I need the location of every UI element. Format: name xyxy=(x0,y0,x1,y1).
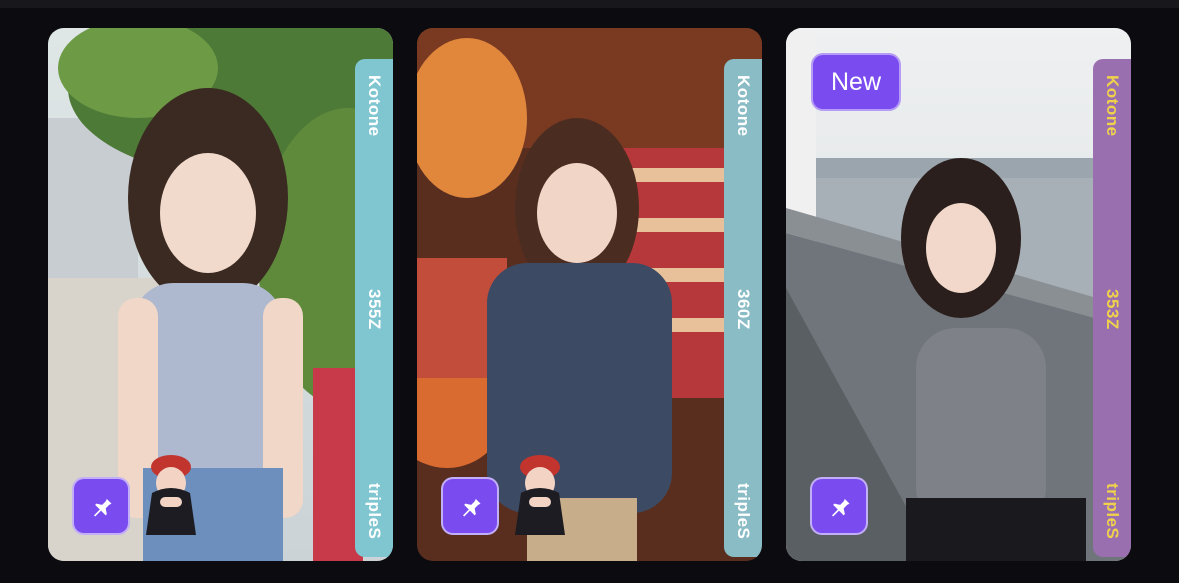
pushpin-icon xyxy=(832,495,850,517)
info-band: Kotone 353Z tripleS xyxy=(1093,59,1131,557)
objekt-card-1[interactable]: Kotone 355Z tripleS xyxy=(48,28,393,561)
serial-number: 355Z xyxy=(365,289,384,330)
pushpin-icon xyxy=(94,495,112,517)
objekt-card-2[interactable]: Kotone 360Z tripleS xyxy=(417,28,762,561)
member-name: Kotone xyxy=(1103,75,1122,137)
member-name: Kotone xyxy=(365,75,384,137)
info-band: Kotone 355Z tripleS xyxy=(355,59,393,557)
pin-button[interactable] xyxy=(72,477,130,535)
group-name: tripleS xyxy=(734,482,753,539)
objekt-card-3[interactable]: Kotone 353Z tripleS New xyxy=(786,28,1131,561)
pushpin-icon xyxy=(463,495,481,517)
member-name: Kotone xyxy=(734,75,753,137)
serial-number: 360Z xyxy=(734,289,753,330)
group-name: tripleS xyxy=(1103,482,1122,539)
card-gallery: Kotone 355Z tripleS Kotone 360Z tripleS … xyxy=(0,0,1179,583)
pin-button[interactable] xyxy=(441,477,499,535)
group-name: tripleS xyxy=(365,482,384,539)
new-badge: New xyxy=(811,53,902,111)
avatar-sticker xyxy=(142,453,200,535)
info-band: Kotone 360Z tripleS xyxy=(724,59,762,557)
serial-number: 353Z xyxy=(1103,289,1122,330)
avatar-sticker xyxy=(511,453,569,535)
pin-button[interactable] xyxy=(810,477,868,535)
